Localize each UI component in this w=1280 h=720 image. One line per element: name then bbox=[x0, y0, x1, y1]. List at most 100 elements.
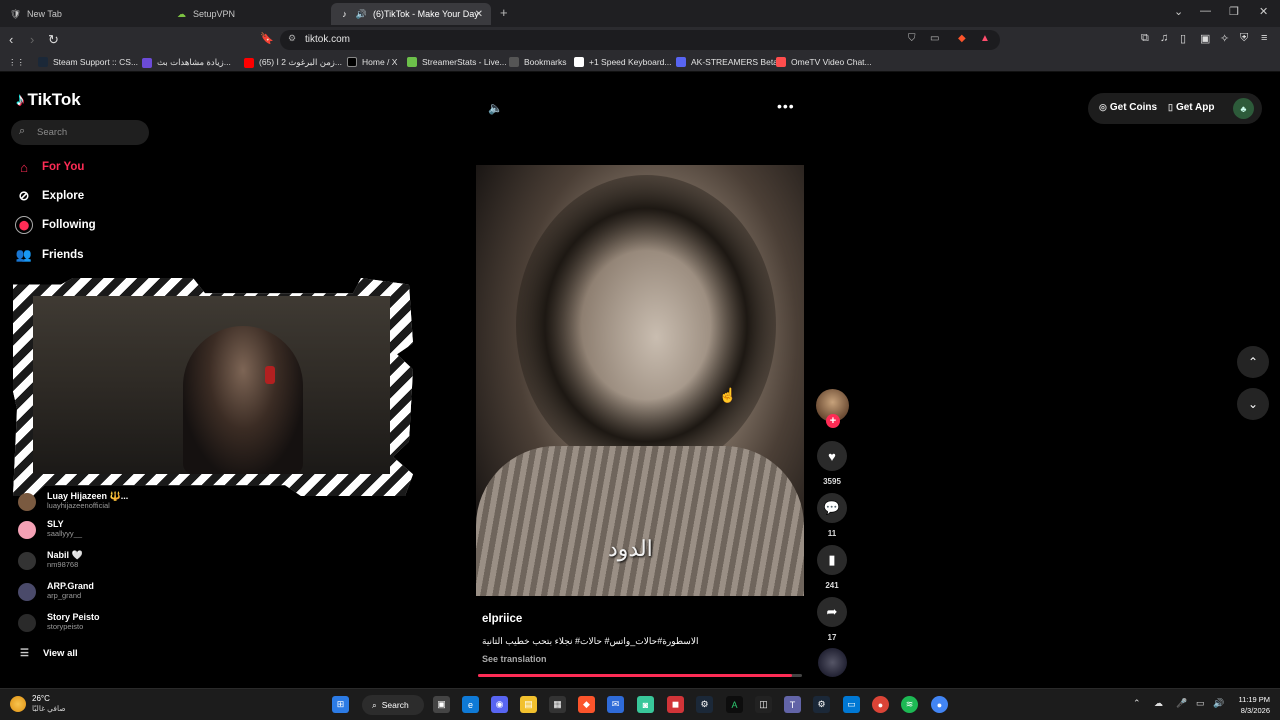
bookmark-item[interactable]: Steam Support :: CS... bbox=[38, 57, 138, 67]
display-icon[interactable]: ▭ bbox=[1196, 698, 1205, 709]
following-account[interactable]: ARP.Grand arp_grand bbox=[18, 581, 94, 603]
taskbar-search[interactable]: ⌕ Search bbox=[362, 695, 424, 715]
volume-icon[interactable]: 🔊 bbox=[1213, 698, 1224, 709]
coin-icon: ◎ bbox=[1099, 102, 1107, 112]
brave-shield-icon[interactable]: ◆ bbox=[958, 33, 966, 44]
nav-explore[interactable]: ⊘ Explore bbox=[15, 186, 85, 206]
get-app-button[interactable]: ▯ Get App bbox=[1168, 102, 1214, 113]
leo-ai-icon[interactable]: ✧ bbox=[1220, 32, 1229, 45]
bookmark-item[interactable]: (65) زمن البرغوث 2 ا... bbox=[244, 57, 342, 68]
microphone-icon[interactable]: 🎤 bbox=[1176, 698, 1187, 709]
new-tab-button[interactable]: + bbox=[500, 5, 508, 20]
see-translation-link[interactable]: See translation bbox=[482, 654, 547, 664]
back-icon[interactable]: ‹ bbox=[9, 32, 13, 47]
bookmark-icon[interactable]: 🔖 bbox=[260, 32, 274, 45]
search-input[interactable]: ⌕ Search bbox=[11, 120, 149, 145]
previous-video-button[interactable]: ⌃ bbox=[1237, 346, 1269, 378]
minimize-button[interactable]: — bbox=[1200, 5, 1211, 17]
weather-widget[interactable]: 26°C صافي غالبًا bbox=[10, 694, 66, 714]
nav-friends[interactable]: 👥 Friends bbox=[15, 245, 84, 265]
app-icon[interactable]: ◙ bbox=[637, 696, 654, 713]
reload-icon[interactable]: ↻ bbox=[48, 32, 59, 48]
nav-following[interactable]: ⬤ Following bbox=[15, 215, 96, 235]
store-icon[interactable]: ▦ bbox=[549, 696, 566, 713]
search-icon: ⌕ bbox=[372, 699, 377, 710]
chrome-icon[interactable]: ● bbox=[931, 696, 948, 713]
video-frame-lower bbox=[476, 446, 804, 596]
tab-title: New Tab bbox=[27, 9, 62, 19]
brave-icon[interactable]: ◆ bbox=[578, 696, 595, 713]
tiktok-logo[interactable]: ♪ TikTok bbox=[16, 90, 81, 110]
next-video-button[interactable]: ⌄ bbox=[1237, 388, 1269, 420]
outlook-icon[interactable]: ✉ bbox=[607, 696, 624, 713]
following-account[interactable]: Story Peisto storypeisto bbox=[18, 612, 100, 634]
share-button[interactable]: ➦ bbox=[817, 597, 847, 627]
restore-button[interactable]: ❐ bbox=[1229, 5, 1239, 18]
apps-icon[interactable]: ⋮⋮ bbox=[8, 57, 25, 68]
video-progress-bar[interactable] bbox=[478, 674, 802, 677]
bookmark-item[interactable]: زيادة مشاهدات بث... bbox=[142, 57, 231, 68]
spotify-icon[interactable]: ≋ bbox=[901, 696, 918, 713]
close-window-button[interactable]: ✕ bbox=[1259, 5, 1268, 18]
steam-icon[interactable]: ⚙ bbox=[813, 696, 830, 713]
tab-list-icon[interactable]: ⌄ bbox=[1174, 5, 1183, 18]
menu-icon[interactable]: ≡ bbox=[1261, 32, 1267, 44]
windows-taskbar: 26°C صافي غالبًا ⊞ ⌕ Search ▣ e ◉ ▤ ▦ ◆ ✉… bbox=[0, 688, 1280, 720]
bookmark-item[interactable]: OmeTV Video Chat... bbox=[776, 57, 872, 67]
tab-new-tab[interactable]: 🛡 New Tab bbox=[2, 3, 167, 25]
tray-chevron-icon[interactable]: ⌃ bbox=[1133, 698, 1141, 709]
close-tab-icon[interactable]: ✕ bbox=[475, 9, 483, 20]
forward-icon[interactable]: › bbox=[30, 32, 34, 47]
vpn-icon[interactable]: ⛨ bbox=[1240, 32, 1248, 45]
bookmark-item[interactable]: Home / X bbox=[347, 57, 397, 67]
bookmark-folder[interactable]: Bookmarks bbox=[509, 57, 567, 67]
file-explorer-icon[interactable]: ▤ bbox=[520, 696, 537, 713]
brave-rewards-icon[interactable]: ▲ bbox=[980, 33, 990, 44]
music-icon[interactable]: ♫ bbox=[1160, 32, 1168, 44]
get-coins-button[interactable]: ◎ Get Coins bbox=[1099, 102, 1157, 113]
app-icon[interactable]: ◫ bbox=[755, 696, 772, 713]
like-button[interactable]: ♥ bbox=[817, 441, 847, 471]
more-options-icon[interactable]: ••• bbox=[777, 98, 795, 114]
bookmark-item[interactable]: StreamerStats - Live... bbox=[407, 57, 507, 67]
volume-icon[interactable]: 🔈 bbox=[488, 101, 503, 115]
url-field[interactable]: ⚙ tiktok.com ⛉ ▭ ◆ ▲ bbox=[280, 30, 1000, 50]
system-clock[interactable]: 11:19 PM 8/3/2026 bbox=[1230, 694, 1270, 716]
following-account[interactable]: Nabil 🤍 nm98768 bbox=[18, 550, 83, 572]
save-button[interactable]: ▮ bbox=[817, 545, 847, 575]
tab-setupvpn[interactable]: ☁ SetupVPN bbox=[168, 3, 330, 25]
extensions-icon[interactable]: ⧉ bbox=[1141, 32, 1149, 45]
cloud-icon[interactable]: ☁ bbox=[1154, 698, 1163, 709]
cast-icon[interactable]: ▭ bbox=[930, 33, 939, 44]
discord-icon[interactable]: ◉ bbox=[491, 696, 508, 713]
bookmark-item[interactable]: +1 Speed Keyboard... bbox=[574, 57, 671, 67]
profile-avatar[interactable]: ♣ bbox=[1233, 98, 1254, 119]
chrome-icon[interactable]: ● bbox=[872, 696, 889, 713]
comment-button[interactable]: 💬 bbox=[817, 493, 847, 523]
nav-for-you[interactable]: ⌂ For You bbox=[15, 157, 84, 177]
video-player[interactable]: الدود bbox=[476, 165, 804, 596]
steam-icon[interactable]: ⚙ bbox=[696, 696, 713, 713]
view-all-button[interactable]: ☰ View all bbox=[20, 648, 78, 659]
task-view-icon[interactable]: ▣ bbox=[433, 696, 450, 713]
edge-icon[interactable]: e bbox=[462, 696, 479, 713]
shield-icon[interactable]: ⛉ bbox=[908, 33, 916, 44]
wallet-icon[interactable]: ▣ bbox=[1200, 32, 1210, 45]
following-account[interactable]: Luay Hijazeen 🔱... luayhijazeenofficial bbox=[18, 491, 128, 513]
bookmark-item[interactable]: AK-STREAMERS Beta bbox=[676, 57, 778, 67]
sidebar-icon[interactable]: ▯ bbox=[1180, 32, 1186, 45]
site-info-icon[interactable]: ⚙ bbox=[288, 33, 296, 44]
search-icon: ⌕ bbox=[19, 125, 26, 137]
app-icon[interactable]: A bbox=[726, 696, 743, 713]
folder-icon bbox=[509, 57, 519, 67]
windows-start-icon[interactable]: ⊞ bbox=[332, 696, 349, 713]
video-author[interactable]: elpriice bbox=[482, 613, 522, 625]
follow-plus-icon[interactable]: + bbox=[826, 414, 840, 428]
tab-tiktok[interactable]: ♪ 🔊 (6)TikTok - Make Your Day ✕ bbox=[331, 3, 491, 25]
following-account[interactable]: SLY saallyyy__ bbox=[18, 519, 82, 541]
teams-icon[interactable]: T bbox=[784, 696, 801, 713]
music-disc-icon[interactable] bbox=[818, 648, 847, 677]
app-icon[interactable]: ▭ bbox=[843, 696, 860, 713]
app-icon[interactable]: ◼ bbox=[667, 696, 684, 713]
speaker-icon: 🔊 bbox=[355, 8, 368, 19]
